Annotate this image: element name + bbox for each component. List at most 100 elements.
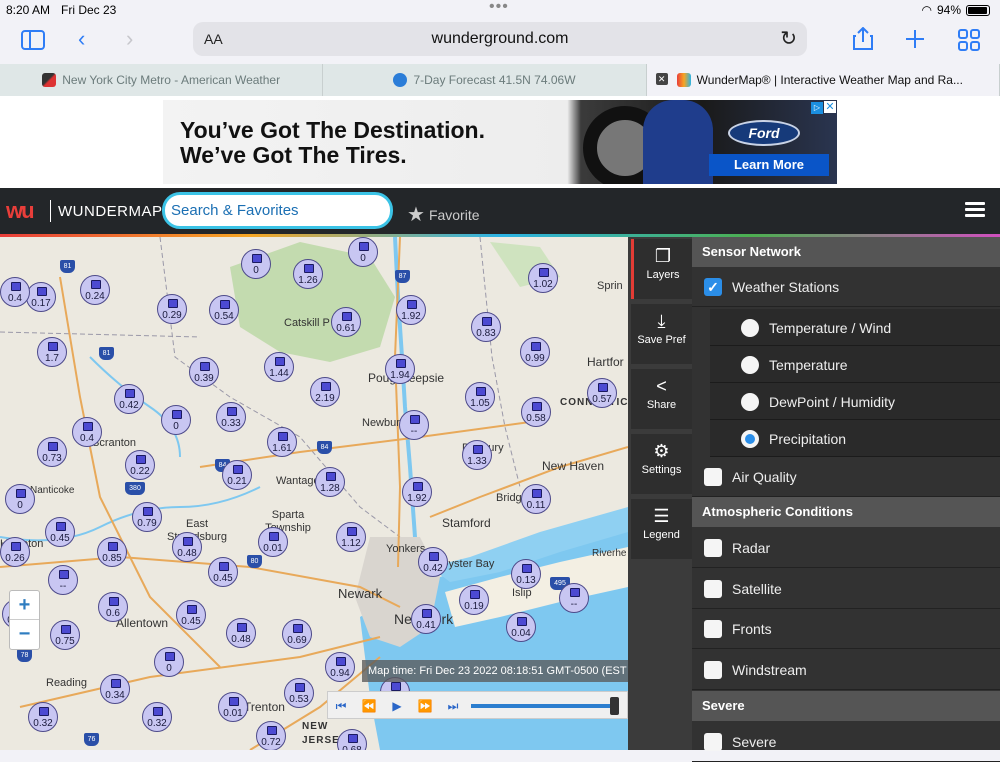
station-marker[interactable]: 0.79 bbox=[132, 502, 162, 532]
multitasking-dots-icon[interactable]: ••• bbox=[489, 0, 509, 16]
timeline-track[interactable] bbox=[471, 704, 617, 708]
station-marker[interactable]: 0.73 bbox=[37, 437, 67, 467]
station-marker[interactable]: 0.32 bbox=[142, 702, 172, 732]
checkbox-icon[interactable] bbox=[704, 539, 722, 557]
station-marker[interactable]: 2.19 bbox=[310, 377, 340, 407]
checkbox-icon[interactable] bbox=[704, 620, 722, 638]
station-marker[interactable]: 0.19 bbox=[459, 585, 489, 615]
skip-start-icon[interactable]: ⏮ bbox=[330, 697, 352, 715]
weather-stations-toggle[interactable]: ✓ Weather Stations bbox=[692, 267, 1000, 307]
station-marker[interactable]: 0.94 bbox=[325, 652, 355, 682]
windstream-toggle[interactable]: Windstream bbox=[692, 650, 1000, 690]
air-quality-toggle[interactable]: Air Quality bbox=[692, 457, 1000, 497]
tab-nyc-weather[interactable]: New York City Metro - American Weather bbox=[0, 64, 324, 96]
back-icon[interactable]: ‹ bbox=[78, 26, 85, 52]
station-marker[interactable]: 0.75 bbox=[50, 620, 80, 650]
station-marker[interactable]: -- bbox=[48, 565, 78, 595]
share-sheet-icon[interactable] bbox=[852, 27, 874, 51]
address-bar[interactable]: AA wunderground.com ↻ bbox=[193, 22, 807, 56]
checkbox-icon[interactable] bbox=[704, 661, 722, 679]
station-marker[interactable]: 0 bbox=[161, 405, 191, 435]
station-marker[interactable]: 0.57 bbox=[587, 378, 617, 408]
option-temperature-wind[interactable]: Temperature / Wind bbox=[710, 309, 1000, 346]
timeline-handle[interactable] bbox=[610, 697, 619, 715]
station-marker[interactable]: 1.26 bbox=[293, 259, 323, 289]
adchoices-icon[interactable]: ▷ bbox=[811, 102, 823, 114]
station-marker[interactable]: 0.83 bbox=[471, 312, 501, 342]
station-marker[interactable]: 0.4 bbox=[72, 417, 102, 447]
ad-close-icon[interactable]: ✕ bbox=[824, 101, 836, 113]
station-marker[interactable]: 0.6 bbox=[98, 592, 128, 622]
step-forward-icon[interactable]: ⏩ bbox=[414, 697, 436, 715]
checkbox-icon[interactable] bbox=[704, 733, 722, 751]
station-marker[interactable]: 1.28 bbox=[315, 467, 345, 497]
station-marker[interactable]: 0.99 bbox=[520, 337, 550, 367]
station-marker[interactable]: -- bbox=[559, 583, 589, 613]
option-dewpoint-humidity[interactable]: DewPoint / Humidity bbox=[710, 383, 1000, 420]
station-marker[interactable]: 0.11 bbox=[521, 484, 551, 514]
station-marker[interactable]: 0.4 bbox=[0, 277, 30, 307]
learn-more-button[interactable]: Learn More bbox=[709, 154, 829, 176]
checkbox-icon[interactable] bbox=[704, 468, 722, 486]
radio-icon[interactable] bbox=[741, 356, 759, 374]
ford-ad-banner[interactable]: You’ve Got The Destination. We’ve Got Th… bbox=[163, 100, 837, 184]
play-icon[interactable]: ▶ bbox=[386, 697, 408, 715]
search-input[interactable]: Search & Favorites bbox=[162, 192, 393, 229]
station-marker[interactable]: 0.22 bbox=[125, 450, 155, 480]
zoom-out-button[interactable]: − bbox=[10, 620, 39, 649]
reload-icon[interactable]: ↻ bbox=[780, 26, 797, 51]
forward-icon[interactable]: › bbox=[126, 26, 133, 52]
station-marker[interactable]: 0.72 bbox=[256, 721, 286, 750]
station-marker[interactable]: 0.29 bbox=[157, 294, 187, 324]
station-marker[interactable]: 1.61 bbox=[267, 427, 297, 457]
satellite-toggle[interactable]: Satellite bbox=[692, 569, 1000, 609]
station-marker[interactable]: 0.54 bbox=[209, 295, 239, 325]
station-marker[interactable]: 1.92 bbox=[396, 295, 426, 325]
close-tab-icon[interactable]: ✕ bbox=[655, 73, 668, 85]
legend-button[interactable]: ☰ Legend bbox=[631, 499, 692, 559]
radar-toggle[interactable]: Radar bbox=[692, 528, 1000, 568]
menu-icon[interactable] bbox=[965, 202, 985, 218]
station-marker[interactable]: 0.17 bbox=[26, 282, 56, 312]
radio-icon[interactable] bbox=[741, 393, 759, 411]
tab-wundermap[interactable]: ✕ WunderMap® | Interactive Weather Map a… bbox=[646, 64, 1000, 96]
station-marker[interactable]: 0.33 bbox=[216, 402, 246, 432]
checkbox-checked-icon[interactable]: ✓ bbox=[704, 278, 722, 296]
zoom-in-button[interactable]: + bbox=[10, 591, 39, 620]
fronts-toggle[interactable]: Fronts bbox=[692, 609, 1000, 649]
station-marker[interactable]: 0.39 bbox=[189, 357, 219, 387]
station-marker[interactable]: 0.45 bbox=[208, 557, 238, 587]
station-marker[interactable]: 0.01 bbox=[218, 692, 248, 722]
checkbox-icon[interactable] bbox=[704, 580, 722, 598]
station-marker[interactable]: 0.32 bbox=[28, 702, 58, 732]
station-marker[interactable]: 0.01 bbox=[258, 527, 288, 557]
station-marker[interactable]: 0 bbox=[241, 249, 271, 279]
wundermap-title[interactable]: WUNDERMAP bbox=[58, 203, 163, 220]
station-marker[interactable]: 1.7 bbox=[37, 337, 67, 367]
station-marker[interactable]: 0 bbox=[348, 237, 378, 267]
station-marker[interactable]: 0.34 bbox=[100, 674, 130, 704]
station-marker[interactable]: 0 bbox=[154, 647, 184, 677]
station-marker[interactable]: 0.21 bbox=[222, 460, 252, 490]
station-marker[interactable]: 0.48 bbox=[226, 618, 256, 648]
station-marker[interactable]: 1.33 bbox=[462, 440, 492, 470]
wu-logo-icon[interactable]: wu bbox=[6, 198, 35, 224]
station-marker[interactable]: 0.26 bbox=[0, 537, 30, 567]
layers-button[interactable]: ❐ Layers bbox=[631, 239, 692, 299]
station-marker[interactable]: 0.04 bbox=[506, 612, 536, 642]
station-marker[interactable]: 1.05 bbox=[465, 382, 495, 412]
station-marker[interactable]: 0.13 bbox=[511, 559, 541, 589]
station-marker[interactable]: 0.42 bbox=[418, 547, 448, 577]
station-marker[interactable]: 1.44 bbox=[264, 352, 294, 382]
station-marker[interactable]: 1.02 bbox=[528, 263, 558, 293]
station-marker[interactable]: 0.58 bbox=[521, 397, 551, 427]
station-marker[interactable]: 0.41 bbox=[411, 604, 441, 634]
option-temperature[interactable]: Temperature bbox=[710, 346, 1000, 383]
favorite-button[interactable]: ★ Favorite bbox=[407, 201, 480, 226]
station-marker[interactable]: 0.85 bbox=[97, 537, 127, 567]
station-marker[interactable]: 0.61 bbox=[331, 307, 361, 337]
station-marker[interactable]: 1.92 bbox=[402, 477, 432, 507]
station-marker[interactable]: -- bbox=[399, 410, 429, 440]
save-pref-button[interactable]: ⤓ Save Pref bbox=[631, 304, 692, 364]
sidebar-icon[interactable] bbox=[21, 30, 45, 50]
